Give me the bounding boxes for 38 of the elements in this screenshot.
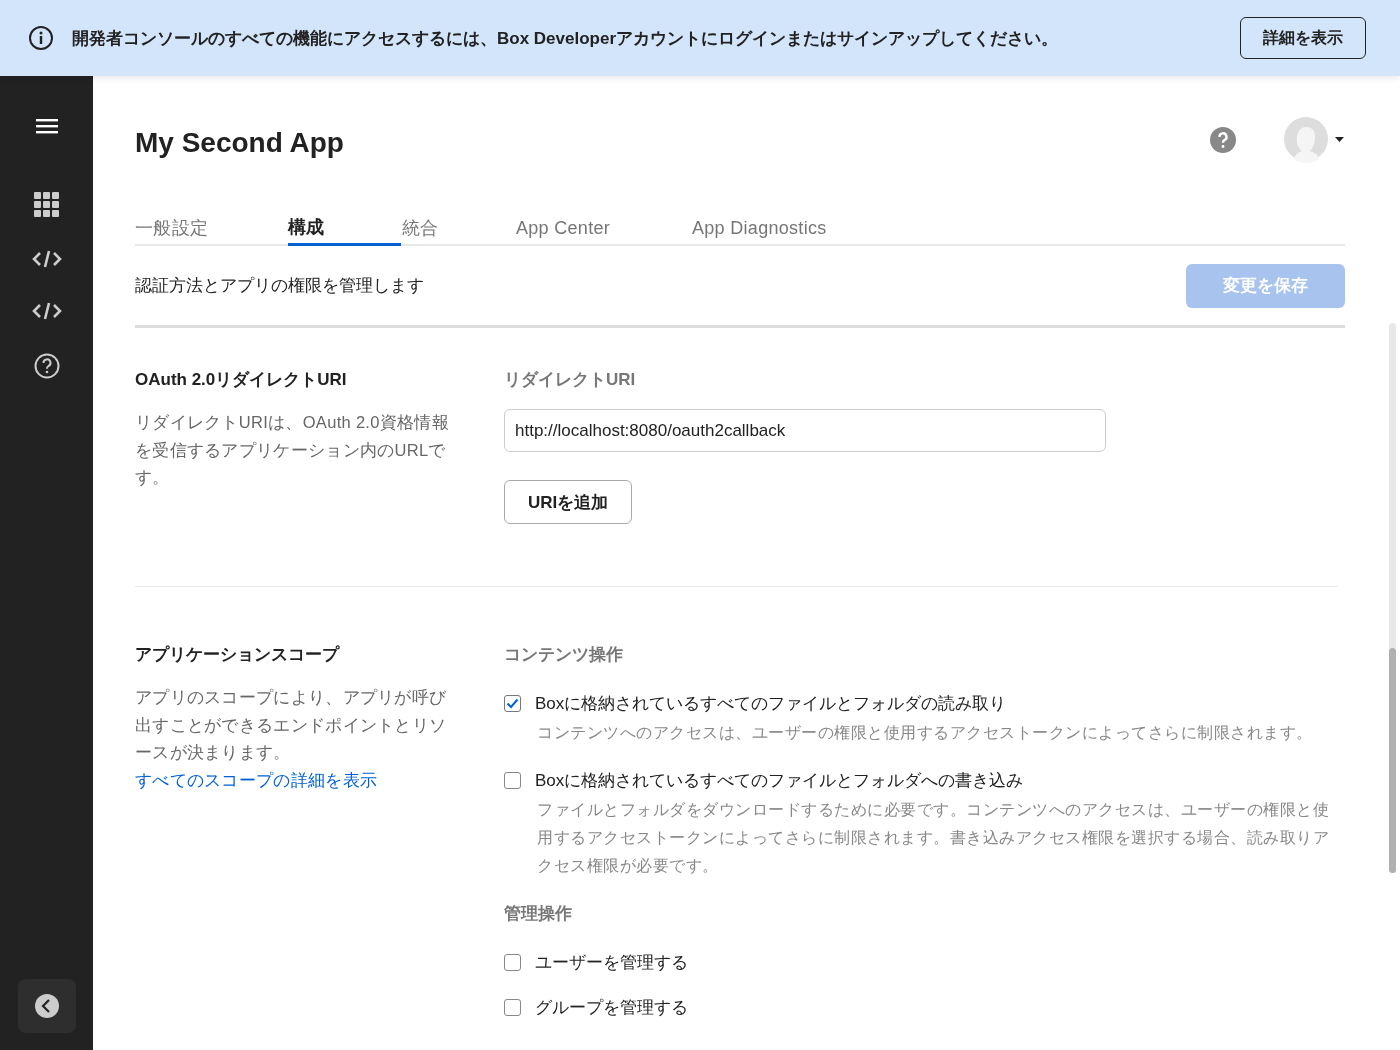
section-title: OAuth 2.0リダイレクトURI xyxy=(135,369,348,391)
tab[interactable]: App Diagnostics xyxy=(692,210,862,246)
checkbox[interactable] xyxy=(504,999,521,1016)
details-button[interactable]: 詳細を表示 xyxy=(1240,17,1366,59)
code-icon[interactable] xyxy=(31,249,62,269)
section-description: アプリのスコープにより、アプリが呼び出すことができるエンドポイントとリソースが決まります。 すべてのスコープの詳細を表示 xyxy=(135,687,448,791)
section-description: リダイレクトURIは、OAuth 2.0資格情報を受信するアプリケーション内のURLです。 xyxy=(135,412,450,488)
code-icon[interactable] xyxy=(31,301,62,321)
checkbox-label[interactable]: Boxに格納されているすべてのファイルとフォルダへの書き込み xyxy=(535,769,1024,792)
grid-icon[interactable] xyxy=(34,192,59,217)
checkbox[interactable] xyxy=(504,954,521,971)
redirect-uri-field[interactable]: http://localhost:8080/oauth2callback xyxy=(504,409,1106,452)
tab[interactable]: 一般設定 xyxy=(135,210,288,246)
checkbox-label[interactable]: グループを管理する xyxy=(535,996,688,1019)
menu-icon[interactable] xyxy=(35,118,58,134)
option-description: コンテンツへのアクセスは、ユーザーの権限と使用するアクセストークンによってさらに制限されます。 xyxy=(537,723,1314,743)
banner-message: 開発者コンソールのすべての機能にアクセスするには、Box Developerアカウントにログインまたはサインアップしてください。 xyxy=(72,27,1060,50)
option-description: ファイルとフォルダをダウンロードするために必要です。コンテンツへのアクセスは、ユーザーの権限と使用するアクセストークンによってさらに制限されます。書き込みアクセス権限を選択する場合、読み取りアクセス権限が必要です。 xyxy=(537,800,1330,876)
collapse-button[interactable] xyxy=(17,979,76,1033)
checkbox-label[interactable]: ユーザーを管理する xyxy=(535,951,688,974)
chevron-left-icon xyxy=(34,994,59,1018)
tab[interactable]: 統合 xyxy=(402,210,516,246)
scope-details-link[interactable]: すべてのスコープの詳細を表示 xyxy=(135,770,378,789)
page-description: 認証方法とアプリの権限を管理します xyxy=(135,275,424,297)
add-uri-button[interactable]: URIを追加 xyxy=(504,480,633,524)
field-label: リダイレクトURI xyxy=(504,369,637,391)
tab[interactable]: 構成 xyxy=(288,210,401,246)
checkbox[interactable] xyxy=(504,695,521,712)
group-heading: 管理操作 xyxy=(504,903,573,925)
help-icon[interactable] xyxy=(33,353,60,379)
group-heading: コンテンツ操作 xyxy=(504,644,624,666)
info-icon xyxy=(28,25,54,51)
scrollbar[interactable] xyxy=(1389,323,1396,873)
checkbox-label[interactable]: Boxに格納されているすべてのファイルとフォルダの読み取り xyxy=(535,692,1007,715)
section-title: アプリケーションスコープ xyxy=(135,644,341,666)
tab[interactable]: App Center xyxy=(516,210,692,246)
app-title: My Second App xyxy=(135,127,345,159)
checkbox[interactable] xyxy=(504,772,521,789)
